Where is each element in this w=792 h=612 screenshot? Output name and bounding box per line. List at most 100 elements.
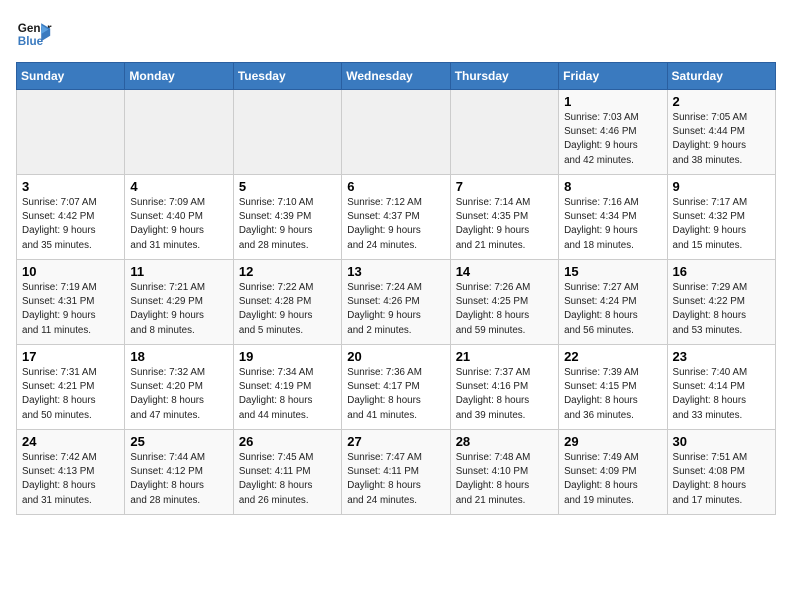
day-info: Sunrise: 7:26 AM Sunset: 4:25 PM Dayligh… — [456, 281, 553, 338]
calendar-cell — [450, 90, 558, 175]
calendar-cell: 3Sunrise: 7:07 AM Sunset: 4:42 PM Daylig… — [17, 175, 125, 260]
day-info: Sunrise: 7:21 AM Sunset: 4:29 PM Dayligh… — [130, 281, 227, 338]
calendar-body: 1 Sunrise: 7:03 AM Sunset: 4:46 PM Daylig… — [17, 90, 776, 515]
day-info: Sunrise: 7:16 AM Sunset: 4:34 PM Dayligh… — [564, 196, 661, 253]
day-info: Sunrise: 7:31 AM Sunset: 4:21 PM Dayligh… — [22, 366, 119, 423]
day-number: 9 — [673, 179, 770, 194]
day-info: Sunrise: 7:22 AM Sunset: 4:28 PM Dayligh… — [239, 281, 336, 338]
calendar-cell: 11Sunrise: 7:21 AM Sunset: 4:29 PM Dayli… — [125, 260, 233, 345]
day-number: 28 — [456, 434, 553, 449]
day-info: Sunrise: 7:10 AM Sunset: 4:39 PM Dayligh… — [239, 196, 336, 253]
day-info: Sunrise: 7:47 AM Sunset: 4:11 PM Dayligh… — [347, 451, 444, 508]
day-info: Sunrise: 7:44 AM Sunset: 4:12 PM Dayligh… — [130, 451, 227, 508]
calendar-cell — [342, 90, 450, 175]
weekday-header-wednesday: Wednesday — [342, 63, 450, 90]
day-info: Sunrise: 7:45 AM Sunset: 4:11 PM Dayligh… — [239, 451, 336, 508]
logo: General Blue — [16, 16, 56, 52]
day-number: 18 — [130, 349, 227, 364]
weekday-header-thursday: Thursday — [450, 63, 558, 90]
day-number: 12 — [239, 264, 336, 279]
calendar-cell: 4Sunrise: 7:09 AM Sunset: 4:40 PM Daylig… — [125, 175, 233, 260]
weekday-header-monday: Monday — [125, 63, 233, 90]
day-info: Sunrise: 7:37 AM Sunset: 4:16 PM Dayligh… — [456, 366, 553, 423]
weekday-header-friday: Friday — [559, 63, 667, 90]
calendar-cell: 19 Sunrise: 7:34 AM Sunset: 4:19 PM Dayli… — [233, 345, 341, 430]
calendar-cell: 14 Sunrise: 7:26 AM Sunset: 4:25 PM Dayli… — [450, 260, 558, 345]
day-info: Sunrise: 7:51 AM Sunset: 4:08 PM Dayligh… — [673, 451, 770, 508]
day-info: Sunrise: 7:24 AM Sunset: 4:26 PM Dayligh… — [347, 281, 444, 338]
day-info: Sunrise: 7:05 AM Sunset: 4:44 PM Dayligh… — [673, 111, 770, 168]
day-number: 21 — [456, 349, 553, 364]
day-info: Sunrise: 7:49 AM Sunset: 4:09 PM Dayligh… — [564, 451, 661, 508]
day-number: 1 — [564, 94, 661, 109]
header: General Blue — [16, 16, 776, 52]
calendar-cell: 17 Sunrise: 7:31 AM Sunset: 4:21 PM Dayli… — [17, 345, 125, 430]
day-number: 8 — [564, 179, 661, 194]
calendar-cell: 28Sunrise: 7:48 AM Sunset: 4:10 PM Dayli… — [450, 430, 558, 515]
calendar-week-1: 1 Sunrise: 7:03 AM Sunset: 4:46 PM Daylig… — [17, 90, 776, 175]
calendar-cell: 7 Sunrise: 7:14 AM Sunset: 4:35 PM Daylig… — [450, 175, 558, 260]
day-info: Sunrise: 7:14 AM Sunset: 4:35 PM Dayligh… — [456, 196, 553, 253]
calendar-cell: 16 Sunrise: 7:29 AM Sunset: 4:22 PM Dayli… — [667, 260, 775, 345]
day-info: Sunrise: 7:32 AM Sunset: 4:20 PM Dayligh… — [130, 366, 227, 423]
day-number: 4 — [130, 179, 227, 194]
day-number: 7 — [456, 179, 553, 194]
calendar-header: SundayMondayTuesdayWednesdayThursdayFrid… — [17, 63, 776, 90]
calendar-cell: 27 Sunrise: 7:47 AM Sunset: 4:11 PM Dayli… — [342, 430, 450, 515]
calendar-week-5: 24 Sunrise: 7:42 AM Sunset: 4:13 PM Dayli… — [17, 430, 776, 515]
calendar-cell: 26 Sunrise: 7:45 AM Sunset: 4:11 PM Dayli… — [233, 430, 341, 515]
day-info: Sunrise: 7:27 AM Sunset: 4:24 PM Dayligh… — [564, 281, 661, 338]
calendar-cell: 8 Sunrise: 7:16 AM Sunset: 4:34 PM Daylig… — [559, 175, 667, 260]
day-number: 6 — [347, 179, 444, 194]
day-info: Sunrise: 7:40 AM Sunset: 4:14 PM Dayligh… — [673, 366, 770, 423]
calendar-cell: 13 Sunrise: 7:24 AM Sunset: 4:26 PM Dayli… — [342, 260, 450, 345]
day-info: Sunrise: 7:34 AM Sunset: 4:19 PM Dayligh… — [239, 366, 336, 423]
calendar-week-2: 3Sunrise: 7:07 AM Sunset: 4:42 PM Daylig… — [17, 175, 776, 260]
calendar-cell — [17, 90, 125, 175]
day-number: 14 — [456, 264, 553, 279]
day-number: 19 — [239, 349, 336, 364]
day-number: 2 — [673, 94, 770, 109]
day-info: Sunrise: 7:39 AM Sunset: 4:15 PM Dayligh… — [564, 366, 661, 423]
calendar-cell: 6 Sunrise: 7:12 AM Sunset: 4:37 PM Daylig… — [342, 175, 450, 260]
calendar-cell: 18 Sunrise: 7:32 AM Sunset: 4:20 PM Dayli… — [125, 345, 233, 430]
calendar-table: SundayMondayTuesdayWednesdayThursdayFrid… — [16, 62, 776, 515]
day-info: Sunrise: 7:12 AM Sunset: 4:37 PM Dayligh… — [347, 196, 444, 253]
day-info: Sunrise: 7:03 AM Sunset: 4:46 PM Dayligh… — [564, 111, 661, 168]
calendar-cell: 25 Sunrise: 7:44 AM Sunset: 4:12 PM Dayli… — [125, 430, 233, 515]
calendar-cell: 20Sunrise: 7:36 AM Sunset: 4:17 PM Dayli… — [342, 345, 450, 430]
calendar-cell: 29 Sunrise: 7:49 AM Sunset: 4:09 PM Dayli… — [559, 430, 667, 515]
day-number: 13 — [347, 264, 444, 279]
calendar-week-4: 17 Sunrise: 7:31 AM Sunset: 4:21 PM Dayli… — [17, 345, 776, 430]
calendar-cell: 23 Sunrise: 7:40 AM Sunset: 4:14 PM Dayli… — [667, 345, 775, 430]
day-number: 20 — [347, 349, 444, 364]
calendar-cell: 1 Sunrise: 7:03 AM Sunset: 4:46 PM Daylig… — [559, 90, 667, 175]
day-number: 10 — [22, 264, 119, 279]
weekday-row: SundayMondayTuesdayWednesdayThursdayFrid… — [17, 63, 776, 90]
day-number: 29 — [564, 434, 661, 449]
day-number: 30 — [673, 434, 770, 449]
day-number: 25 — [130, 434, 227, 449]
weekday-header-tuesday: Tuesday — [233, 63, 341, 90]
calendar-cell: 2 Sunrise: 7:05 AM Sunset: 4:44 PM Daylig… — [667, 90, 775, 175]
calendar-week-3: 10 Sunrise: 7:19 AM Sunset: 4:31 PM Dayli… — [17, 260, 776, 345]
calendar-cell: 12 Sunrise: 7:22 AM Sunset: 4:28 PM Dayli… — [233, 260, 341, 345]
calendar-cell: 22 Sunrise: 7:39 AM Sunset: 4:15 PM Dayli… — [559, 345, 667, 430]
day-number: 17 — [22, 349, 119, 364]
calendar-cell: 10 Sunrise: 7:19 AM Sunset: 4:31 PM Dayli… — [17, 260, 125, 345]
day-number: 23 — [673, 349, 770, 364]
day-info: Sunrise: 7:19 AM Sunset: 4:31 PM Dayligh… — [22, 281, 119, 338]
day-info: Sunrise: 7:42 AM Sunset: 4:13 PM Dayligh… — [22, 451, 119, 508]
calendar-cell: 30 Sunrise: 7:51 AM Sunset: 4:08 PM Dayli… — [667, 430, 775, 515]
day-info: Sunrise: 7:07 AM Sunset: 4:42 PM Dayligh… — [22, 196, 119, 253]
calendar-cell: 21 Sunrise: 7:37 AM Sunset: 4:16 PM Dayli… — [450, 345, 558, 430]
day-number: 27 — [347, 434, 444, 449]
day-number: 16 — [673, 264, 770, 279]
weekday-header-sunday: Sunday — [17, 63, 125, 90]
day-info: Sunrise: 7:17 AM Sunset: 4:32 PM Dayligh… — [673, 196, 770, 253]
day-number: 5 — [239, 179, 336, 194]
day-number: 24 — [22, 434, 119, 449]
day-number: 22 — [564, 349, 661, 364]
day-number: 26 — [239, 434, 336, 449]
day-info: Sunrise: 7:29 AM Sunset: 4:22 PM Dayligh… — [673, 281, 770, 338]
